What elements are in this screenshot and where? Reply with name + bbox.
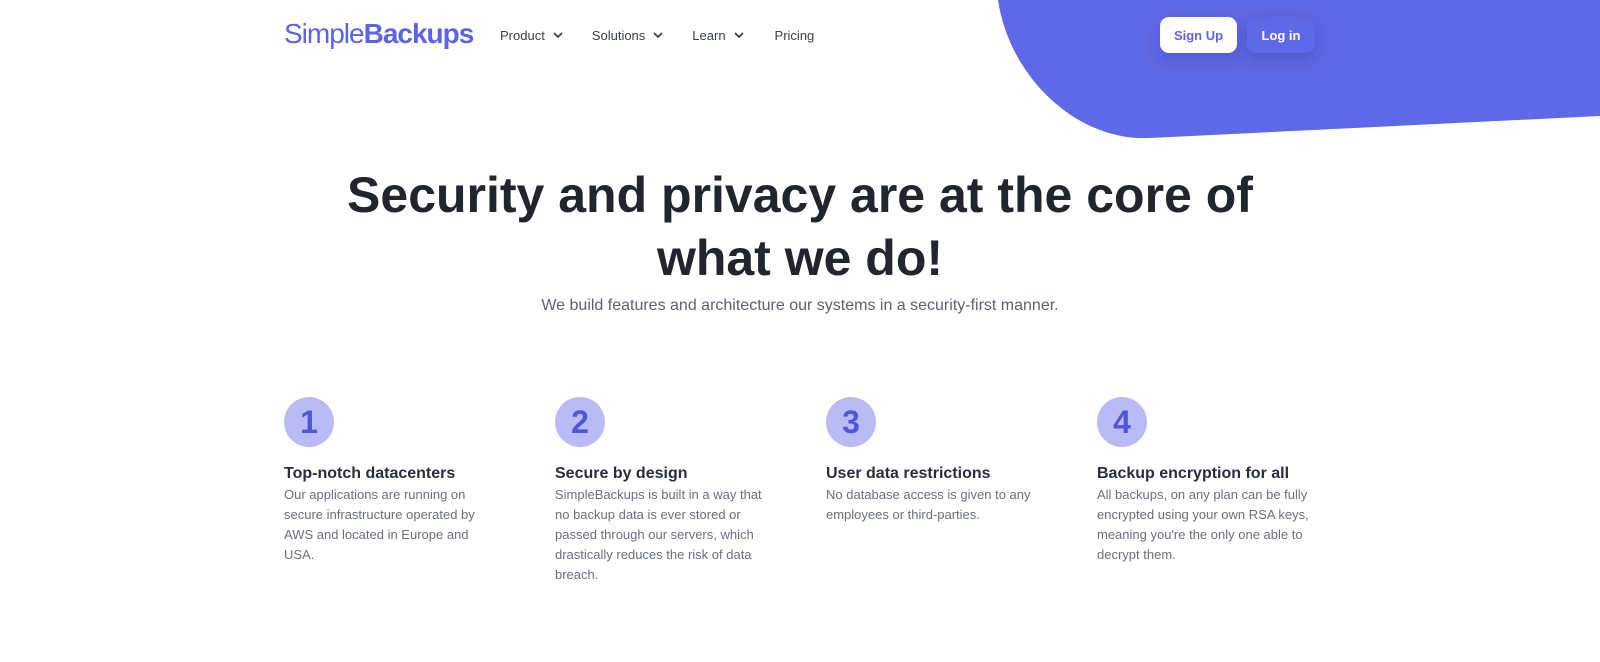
feature-title: User data restrictions [826,465,991,482]
nav-item-label: Solutions [591,27,646,43]
hero-subtitle: We build features and architecture our s… [541,297,1059,314]
hero-section: Security and privacy are at the core of … [0,164,1600,318]
nav-item-label: Product [500,27,545,43]
feature-number-badge: 3 [826,397,876,447]
top-navbar: SimpleBackups Product Solutions Learn Pr… [0,0,1600,70]
nav-item-label: Learn [692,27,726,43]
feature-number-badge: 4 [1097,397,1147,447]
feature-description: SimpleBackups is built in a way that no … [555,487,762,582]
feature-number-badge: 2 [555,397,605,447]
main-menu: Product Solutions Learn Pricing [500,24,844,46]
chevron-down-icon [553,32,563,38]
feature-title: Secure by design [555,465,688,482]
feature-title: Top-notch datacenters [284,465,456,482]
hero-title: Security and privacy are at the core of … [347,167,1253,286]
nav-item-pricing[interactable]: Pricing [775,28,815,43]
login-button[interactable]: Log in [1247,17,1315,53]
logo-text-simple: Simple [284,18,365,49]
feature-card: 3 User data restrictions No database acc… [826,397,1056,525]
feature-number-badge: 1 [284,397,334,447]
logo-text-backups: Backups [363,18,475,49]
signup-button[interactable]: Sign Up [1160,17,1237,53]
chevron-down-icon [734,32,743,38]
chevron-down-icon [653,32,663,38]
nav-item-product[interactable]: Product [500,28,564,43]
feature-description: All backups, on any plan can be fully en… [1097,487,1309,562]
feature-description: No database access is given to any emplo… [826,487,1031,522]
nav-item-label: Pricing [774,27,815,43]
feature-card: 1 Top-notch datacenters Our applications… [284,397,514,565]
logo-link[interactable]: SimpleBackups [284,16,475,52]
nav-item-learn[interactable]: Learn [692,28,744,43]
feature-card: 2 Secure by design SimpleBackups is buil… [555,397,785,585]
page: SimpleBackups Product Solutions Learn Pr… [0,0,1600,662]
feature-title: Backup encryption for all [1097,465,1290,482]
nav-item-solutions[interactable]: Solutions [592,28,664,43]
feature-description: Our applications are running on secure i… [284,487,475,562]
feature-card: 4 Backup encryption for all All backups,… [1097,397,1327,565]
